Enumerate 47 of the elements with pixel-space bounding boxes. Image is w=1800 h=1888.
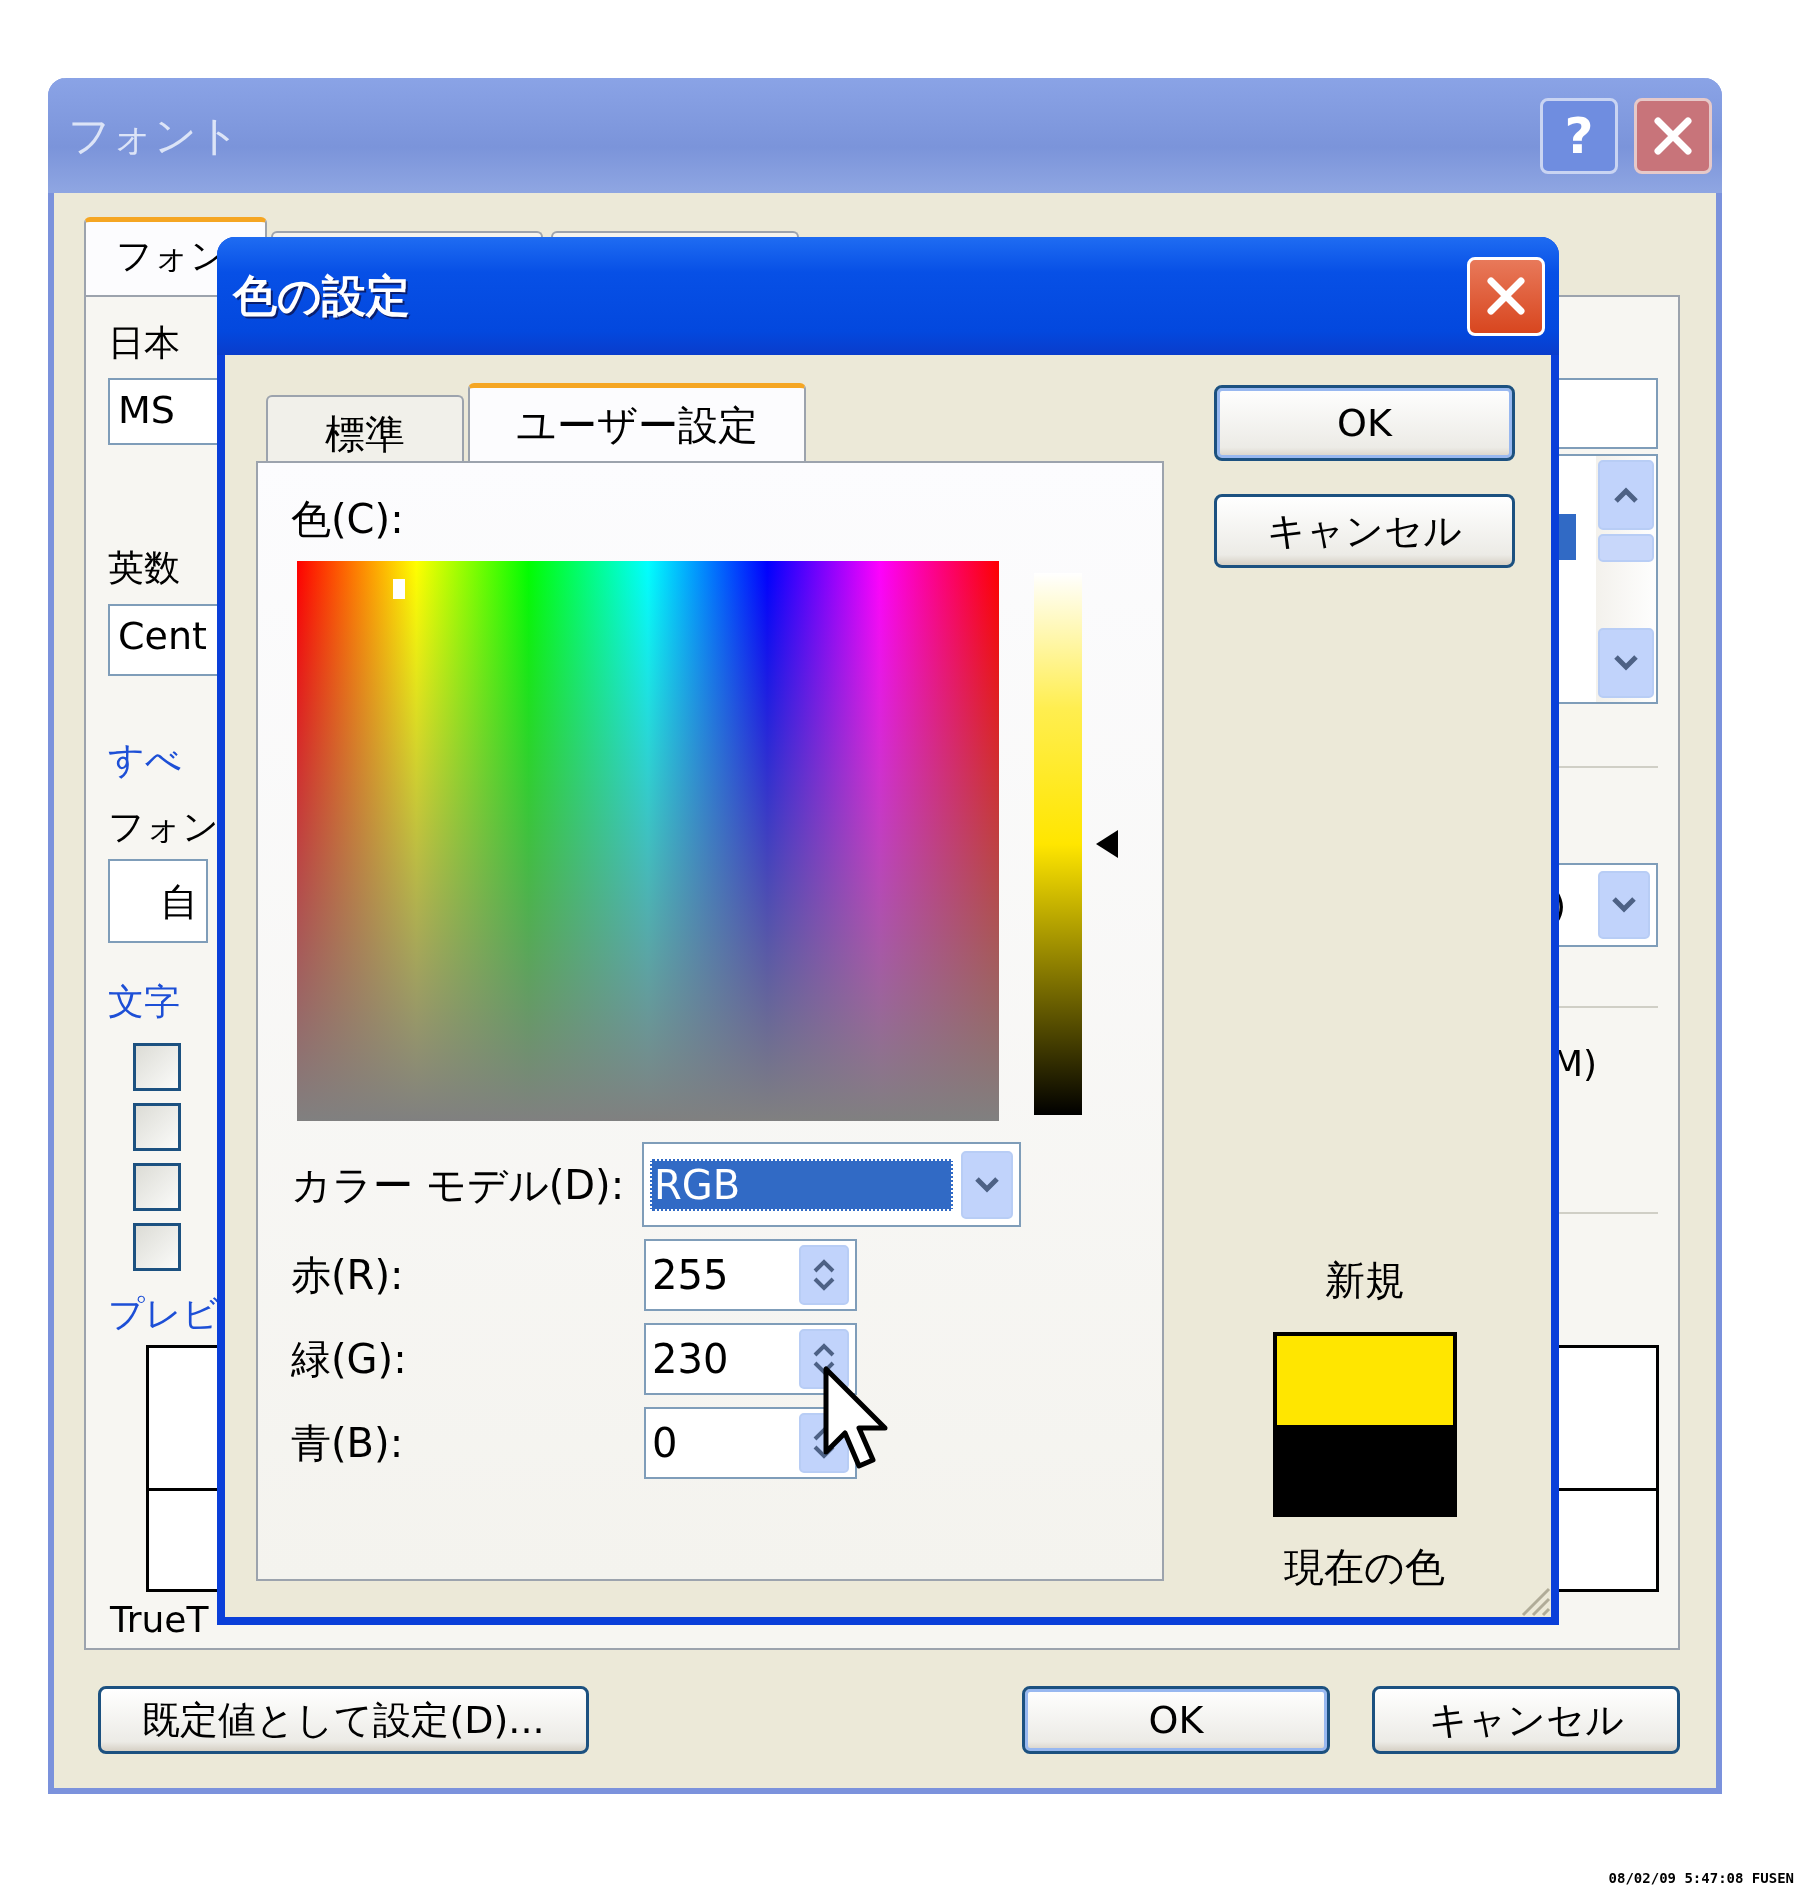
field-label: カラー モデル(D): bbox=[291, 1164, 626, 1205]
spin-button[interactable] bbox=[799, 1329, 849, 1389]
swatch-label: 現在の色 bbox=[1284, 1543, 1445, 1591]
dropdown-button[interactable] bbox=[961, 1150, 1013, 1219]
ok-button[interactable]: OK bbox=[1022, 1686, 1330, 1754]
checkbox[interactable] bbox=[133, 1043, 181, 1091]
field-label: 色(C): bbox=[291, 499, 405, 539]
swatch-label: 新規 bbox=[1324, 1256, 1405, 1304]
window-title: フォント bbox=[68, 109, 241, 162]
checkbox[interactable] bbox=[133, 1223, 181, 1271]
ok-button[interactable]: OK bbox=[1214, 385, 1515, 461]
chevron-down-icon bbox=[1609, 895, 1639, 915]
color-combobox[interactable]: 自 bbox=[108, 859, 208, 943]
chevron-down-icon bbox=[1611, 653, 1641, 673]
tab[interactable]: 標準 bbox=[266, 395, 464, 461]
field-label: フォン bbox=[108, 809, 219, 845]
number-field[interactable]: 0 bbox=[644, 1407, 857, 1479]
luminance-bar[interactable] bbox=[1034, 573, 1082, 1115]
combobox-value: RGB bbox=[650, 1158, 953, 1211]
set-default-button[interactable]: 既定値として設定(D)... bbox=[98, 1686, 589, 1754]
preview-note: TrueT bbox=[110, 1602, 210, 1638]
color-spectrum[interactable] bbox=[297, 561, 999, 1121]
checkbox[interactable] bbox=[133, 1163, 181, 1211]
field-label: 緑(G): bbox=[291, 1339, 408, 1379]
cancel-button[interactable]: キャンセル bbox=[1214, 494, 1515, 568]
scroll-thumb[interactable] bbox=[1598, 534, 1654, 562]
scrollbar[interactable] bbox=[1596, 456, 1656, 702]
close-button[interactable] bbox=[1634, 97, 1712, 174]
slider-arrow-icon[interactable] bbox=[1094, 828, 1120, 860]
scroll-down-button[interactable] bbox=[1598, 628, 1654, 698]
dropdown-button[interactable] bbox=[1598, 871, 1650, 939]
number-field[interactable]: 255 bbox=[644, 1239, 857, 1311]
number-field[interactable]: 230 bbox=[644, 1323, 857, 1395]
field-label: 英数 bbox=[108, 550, 180, 586]
field-label: 日本 bbox=[108, 325, 180, 361]
field-label: 青(B): bbox=[291, 1423, 405, 1463]
checkbox[interactable] bbox=[133, 1103, 181, 1151]
section-heading: プレビ bbox=[108, 1296, 219, 1332]
section-heading: 文字 bbox=[108, 984, 180, 1020]
field-label: 赤(R): bbox=[291, 1255, 405, 1295]
cancel-button[interactable]: キャンセル bbox=[1372, 1686, 1680, 1754]
link[interactable]: すべ bbox=[108, 742, 182, 778]
chevron-down-icon bbox=[972, 1174, 1002, 1195]
tab[interactable]: ユーザー設定 bbox=[468, 383, 806, 463]
timestamp: 08/02/09 5:47:08 FUSEN bbox=[1608, 1870, 1794, 1886]
scroll-up-button[interactable] bbox=[1598, 460, 1654, 530]
color-model-combobox[interactable]: RGB bbox=[642, 1142, 1021, 1227]
